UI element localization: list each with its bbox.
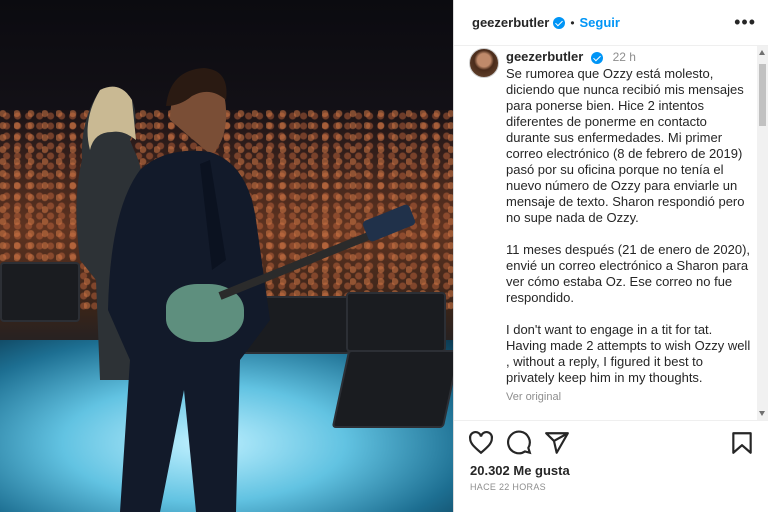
post-sidebar: geezerbutler • Seguir ••• geezerbutler 2… xyxy=(453,0,768,512)
scrollbar[interactable] xyxy=(757,46,768,420)
caption-paragraph: 11 meses después (21 de enero de 2020), … xyxy=(506,242,751,305)
post-timestamp[interactable]: HACE 22 HORAS xyxy=(470,482,546,492)
avatar[interactable] xyxy=(469,48,499,78)
caption: geezerbutler 22 h Se rumorea que Ozzy es… xyxy=(506,49,753,405)
separator-dot: • xyxy=(570,15,575,30)
follow-button[interactable]: Seguir xyxy=(580,15,620,30)
verified-badge-icon xyxy=(590,51,603,64)
heart-icon[interactable] xyxy=(468,430,494,456)
post-header: geezerbutler • Seguir ••• xyxy=(454,0,768,46)
stage-speaker xyxy=(346,292,446,352)
scroll-down-icon[interactable] xyxy=(759,411,765,416)
action-bar xyxy=(454,420,768,464)
caption-paragraph: I don't want to engage in a tit for tat.… xyxy=(506,322,751,385)
comment-icon[interactable] xyxy=(506,430,532,456)
scrollbar-thumb[interactable] xyxy=(759,64,766,126)
like-count[interactable]: 20.302 Me gusta xyxy=(470,463,570,478)
more-options-icon[interactable]: ••• xyxy=(734,12,756,33)
verified-badge-icon xyxy=(553,16,566,29)
caption-paragraph: Se rumorea que Ozzy está molesto, dicien… xyxy=(506,66,745,225)
see-original-link[interactable]: Ver original xyxy=(506,389,753,405)
stage-monitor xyxy=(331,350,453,428)
bookmark-icon[interactable] xyxy=(729,430,755,456)
header-username[interactable]: geezerbutler xyxy=(472,15,549,30)
caption-area: geezerbutler 22 h Se rumorea que Ozzy es… xyxy=(454,46,768,420)
caption-username[interactable]: geezerbutler xyxy=(506,49,583,64)
post-time[interactable]: 22 h xyxy=(613,50,636,64)
scroll-up-icon[interactable] xyxy=(759,50,765,55)
post-photo xyxy=(0,0,453,512)
paper-plane-icon[interactable] xyxy=(544,430,570,456)
